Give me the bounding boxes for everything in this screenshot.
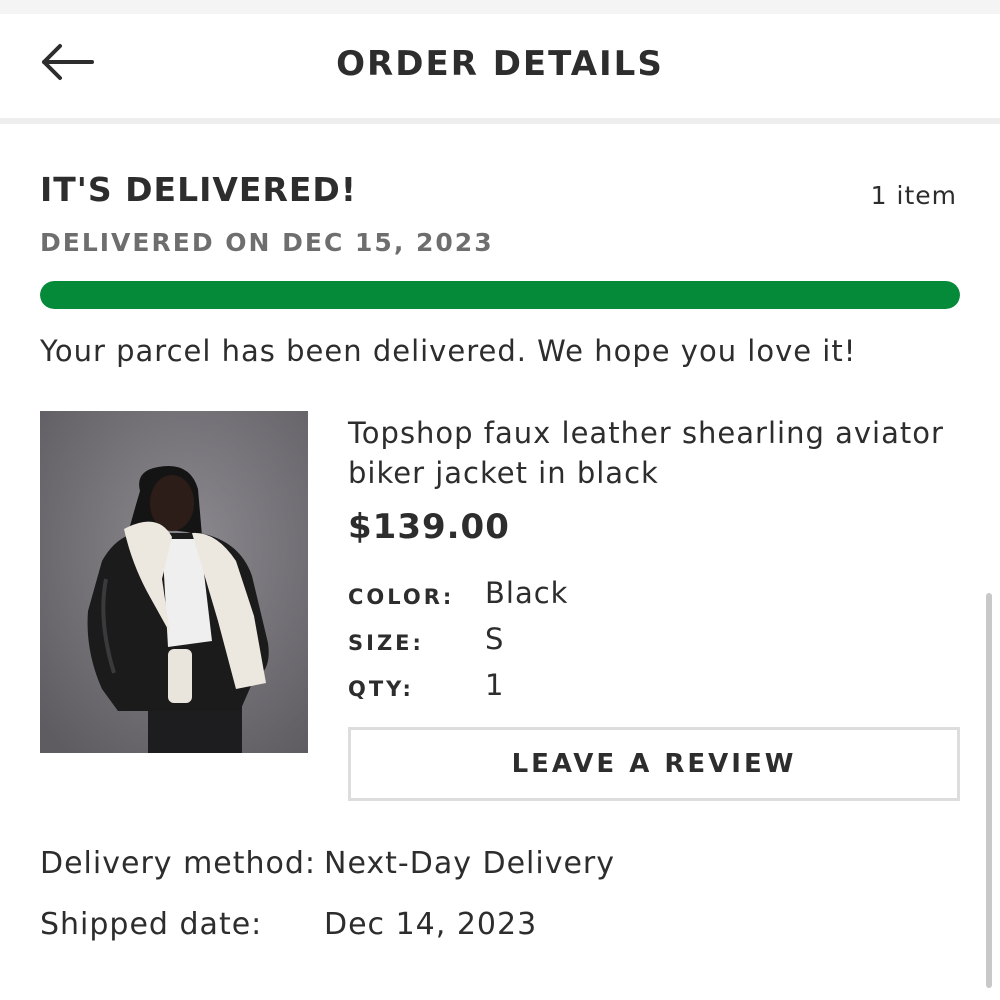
delivery-status-title: IT'S DELIVERED!	[40, 170, 357, 209]
product-name[interactable]: Topshop faux leather shearling aviator b…	[348, 413, 948, 493]
header-divider	[0, 118, 1000, 124]
delivery-method-value: Next-Day Delivery	[324, 846, 616, 881]
delivered-on-date: DELIVERED ON DEC 15, 2023	[40, 228, 494, 257]
qty-value: 1	[485, 668, 505, 702]
product-name-line-2: biker jacket in black	[348, 456, 659, 490]
order-details-screen: ORDER DETAILS IT'S DELIVERED! 1 item DEL…	[0, 0, 1000, 1000]
delivered-message: Your parcel has been delivered. We hope …	[40, 334, 857, 368]
header-bar: ORDER DETAILS	[0, 14, 1000, 118]
page-title: ORDER DETAILS	[336, 44, 664, 84]
item-count: 1 item	[870, 181, 957, 210]
delivery-progress-bar	[40, 281, 960, 309]
product-image[interactable]	[40, 411, 308, 753]
leave-review-button[interactable]: LEAVE A REVIEW	[348, 727, 960, 801]
product-price: $139.00	[348, 507, 510, 547]
product-photo-illustration	[40, 411, 308, 753]
color-value: Black	[485, 576, 569, 610]
delivery-progress-fill	[40, 281, 960, 309]
qty-label: QTY:	[348, 677, 414, 701]
scrollbar[interactable]	[986, 593, 992, 988]
product-name-line-1: Topshop faux leather shearling aviator	[348, 416, 944, 450]
shipped-date-label: Shipped date:	[40, 907, 263, 942]
size-value: S	[485, 622, 505, 656]
color-label: COLOR:	[348, 585, 455, 609]
status-bar-strip	[0, 0, 1000, 14]
delivery-method-label: Delivery method:	[40, 846, 317, 881]
shipped-date-value: Dec 14, 2023	[324, 907, 538, 942]
size-label: SIZE:	[348, 631, 424, 655]
